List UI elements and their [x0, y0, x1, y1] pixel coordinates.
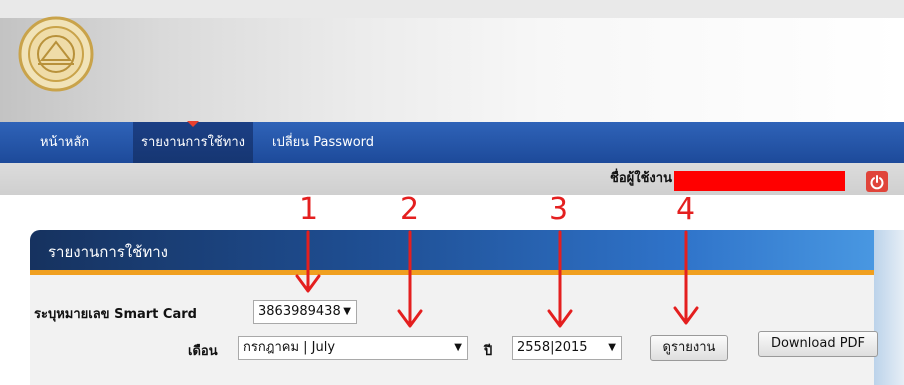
emblem-logo — [18, 16, 94, 92]
nav-usage-report[interactable]: รายงานการใช้ทาง — [133, 121, 253, 163]
month-select[interactable]: กรกฎาคม | July ▼ — [238, 336, 468, 360]
username-label: ชื่อผู้ใช้งาน — [610, 171, 672, 186]
redacted-username — [674, 171, 845, 191]
panel-header: รายงานการใช้ทาง — [30, 230, 894, 270]
header-banner — [0, 0, 904, 122]
logout-icon[interactable] — [866, 171, 888, 192]
decorative-swoosh — [874, 230, 904, 385]
annotation-4: 4 — [676, 192, 696, 227]
smartcard-select[interactable]: 3863989438 ▼ — [253, 300, 357, 324]
year-select[interactable]: 2558|2015 ▼ — [512, 336, 622, 360]
month-value: กรกฎาคม | July — [243, 340, 336, 355]
view-report-button[interactable]: ดูรายงาน — [650, 335, 728, 361]
month-label: เดือน — [188, 344, 218, 359]
year-value: 2558|2015 — [517, 340, 588, 355]
annotation-3: 3 — [549, 192, 569, 227]
power-icon — [870, 174, 884, 189]
nav-change-password[interactable]: เปลี่ยน Password — [272, 122, 374, 163]
main-nav: หน้าหลัก รายงานการใช้ทาง เปลี่ยน Passwor… — [0, 121, 904, 163]
annotation-1: 1 — [299, 192, 319, 227]
panel-divider — [30, 270, 894, 275]
chevron-down-icon: ▼ — [343, 306, 351, 317]
year-label: ปี — [484, 344, 493, 359]
download-pdf-button[interactable]: Download PDF — [758, 331, 878, 357]
smartcard-label: ระบุหมายเลข Smart Card — [34, 307, 197, 322]
chevron-down-icon: ▼ — [608, 342, 616, 353]
chevron-down-icon: ▼ — [454, 342, 462, 353]
nav-home[interactable]: หน้าหลัก — [40, 122, 89, 163]
annotation-2: 2 — [400, 192, 420, 227]
smartcard-value: 3863989438 — [258, 304, 341, 319]
panel-title: รายงานการใช้ทาง — [48, 243, 168, 261]
